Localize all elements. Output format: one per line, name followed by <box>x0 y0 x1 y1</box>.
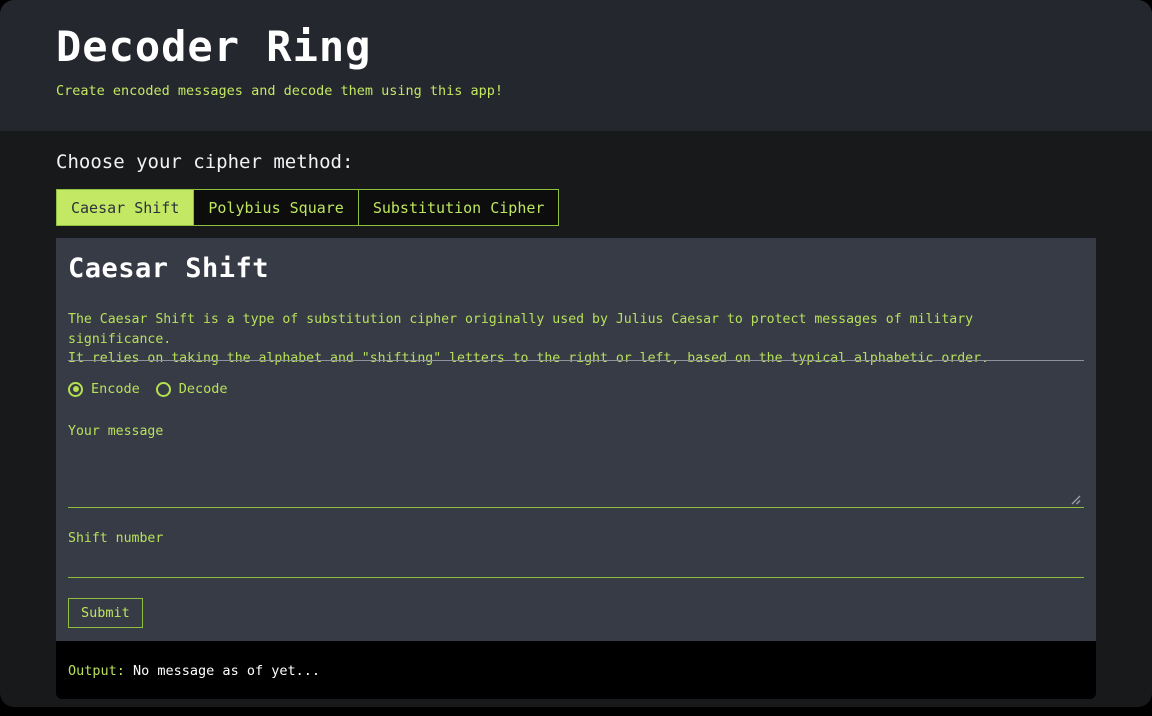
section-divider <box>68 360 1084 361</box>
cipher-heading: Caesar Shift <box>68 253 270 284</box>
tab-substitution-cipher-label: Substitution Cipher <box>372 198 545 217</box>
app-root: Decoder Ring Create encoded messages and… <box>0 0 1152 707</box>
cipher-card: Caesar Shift The Caesar Shift is a type … <box>56 238 1096 641</box>
radio-unselected-icon <box>155 381 171 397</box>
radio-option-encode[interactable]: Encode <box>68 381 140 397</box>
radio-selected-icon <box>68 381 83 397</box>
app-header: Decoder Ring Create encoded messages and… <box>0 0 1152 131</box>
radio-label-decode: Decode <box>178 381 228 397</box>
output-label: Output: <box>68 663 134 679</box>
mode-radio-group: Encode Decode <box>68 381 228 397</box>
cipher-tab-group: Caesar Shift Polybius Square Substitutio… <box>56 189 560 226</box>
submit-button[interactable]: Submit <box>68 598 143 628</box>
tab-polybius-square-label: Polybius Square <box>208 198 344 217</box>
page-title: Decoder Ring <box>56 22 372 71</box>
shift-field-label: Shift number <box>68 531 164 546</box>
shift-number-input[interactable] <box>68 551 1084 578</box>
radio-label-encode: Encode <box>91 381 140 397</box>
output-value: No message as of yet... <box>133 663 320 679</box>
radio-option-decode[interactable]: Decode <box>155 381 228 397</box>
message-input[interactable] <box>68 444 1084 508</box>
message-field-label: Your message <box>68 424 164 439</box>
cipher-chooser-label: Choose your cipher method: <box>56 151 354 173</box>
tab-caesar-shift[interactable]: Caesar Shift <box>57 190 195 225</box>
output-panel: Output: No message as of yet... <box>56 641 1096 699</box>
output-text: Output: No message as of yet... <box>68 663 320 679</box>
page-subtitle: Create encoded messages and decode them … <box>56 83 504 99</box>
tab-substitution-cipher[interactable]: Substitution Cipher <box>358 190 559 225</box>
tab-polybius-square[interactable]: Polybius Square <box>194 190 359 225</box>
tab-caesar-shift-label: Caesar Shift <box>71 198 180 217</box>
